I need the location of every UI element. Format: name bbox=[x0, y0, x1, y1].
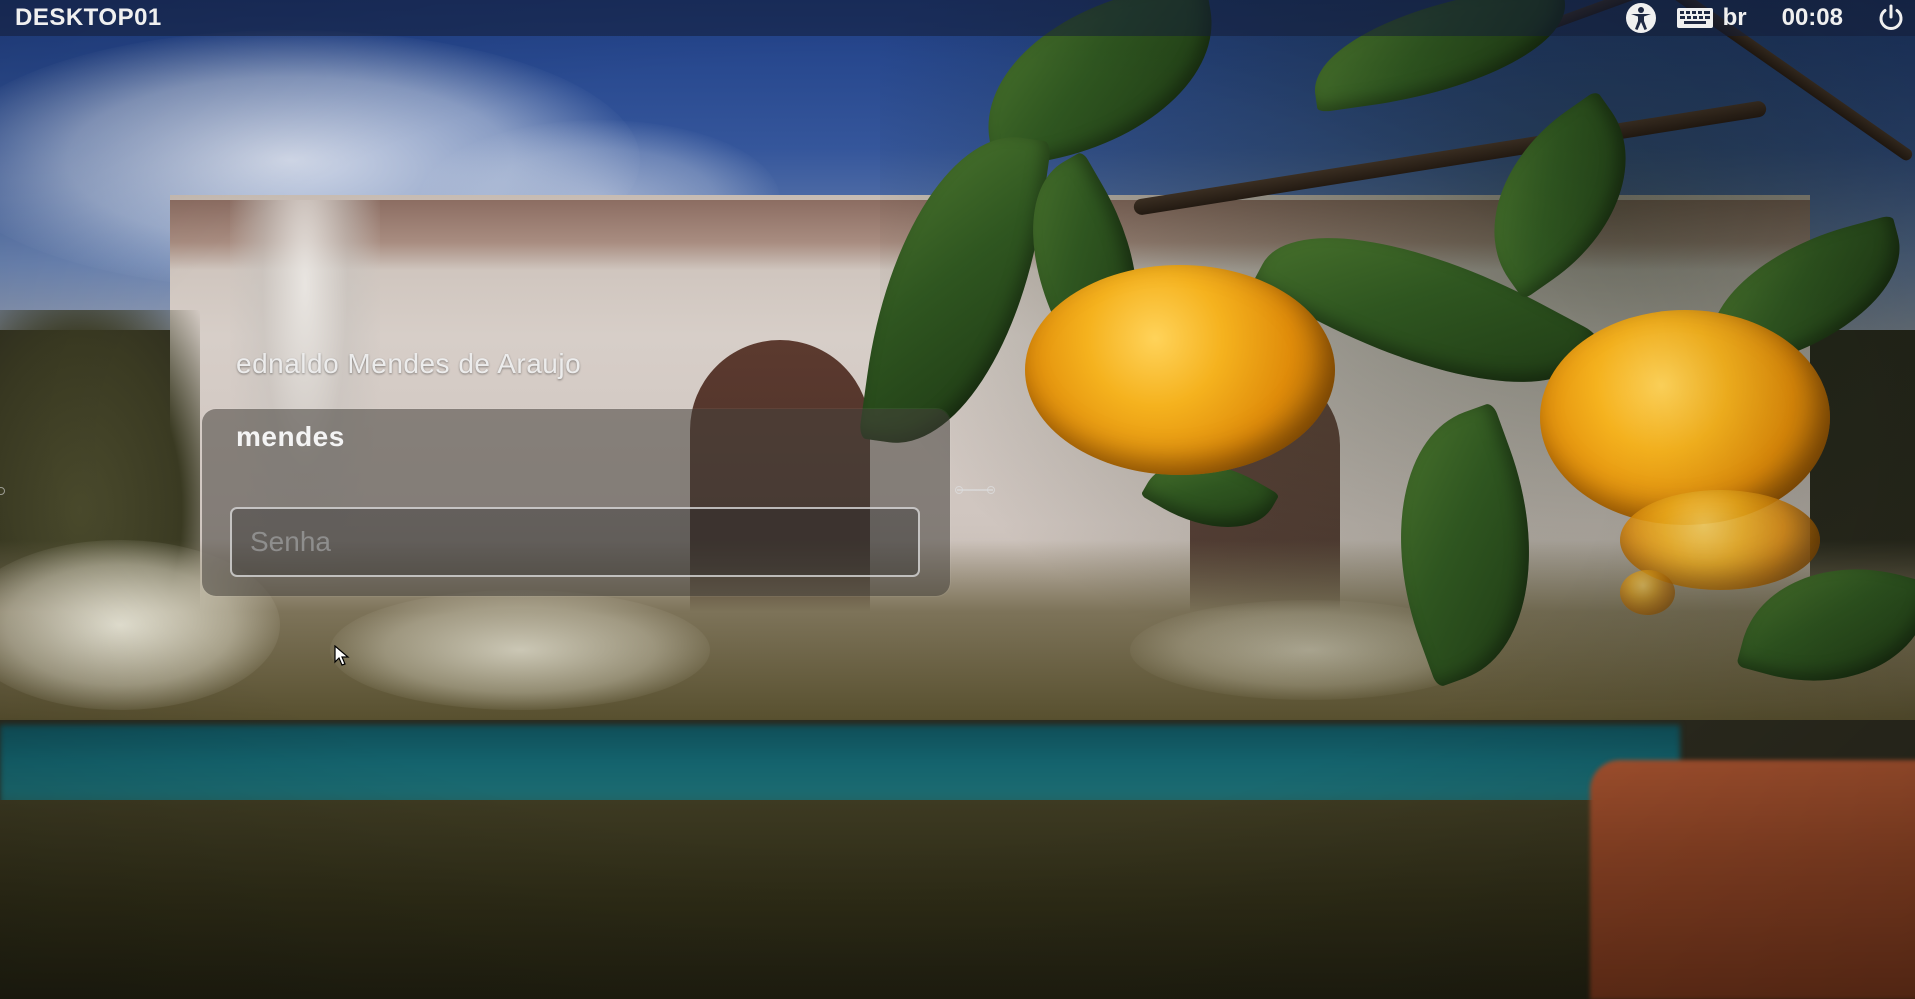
panel-indicators: br 00:08 bbox=[1619, 0, 1915, 36]
list-handle-dot bbox=[955, 486, 963, 494]
list-handle-dot bbox=[987, 486, 995, 494]
clock-label[interactable]: 00:08 bbox=[1782, 0, 1843, 36]
login-box: mendes bbox=[202, 409, 950, 596]
password-input[interactable] bbox=[230, 507, 920, 577]
power-icon[interactable] bbox=[1873, 0, 1909, 36]
login-screen: DESKTOP01 br 00:08 ednaldo Mendes de Ara… bbox=[0, 0, 1915, 999]
top-panel: DESKTOP01 br 00:08 bbox=[0, 0, 1915, 36]
selected-user-name[interactable]: mendes bbox=[236, 421, 345, 453]
keyboard-icon[interactable] bbox=[1673, 0, 1717, 36]
hostname-label: DESKTOP01 bbox=[15, 4, 162, 31]
mouse-cursor-icon bbox=[334, 644, 350, 667]
accessibility-icon[interactable] bbox=[1619, 0, 1663, 36]
user-list-item[interactable]: ednaldo Mendes de Araujo bbox=[236, 348, 581, 380]
keyboard-layout-label[interactable]: br bbox=[1723, 0, 1747, 36]
